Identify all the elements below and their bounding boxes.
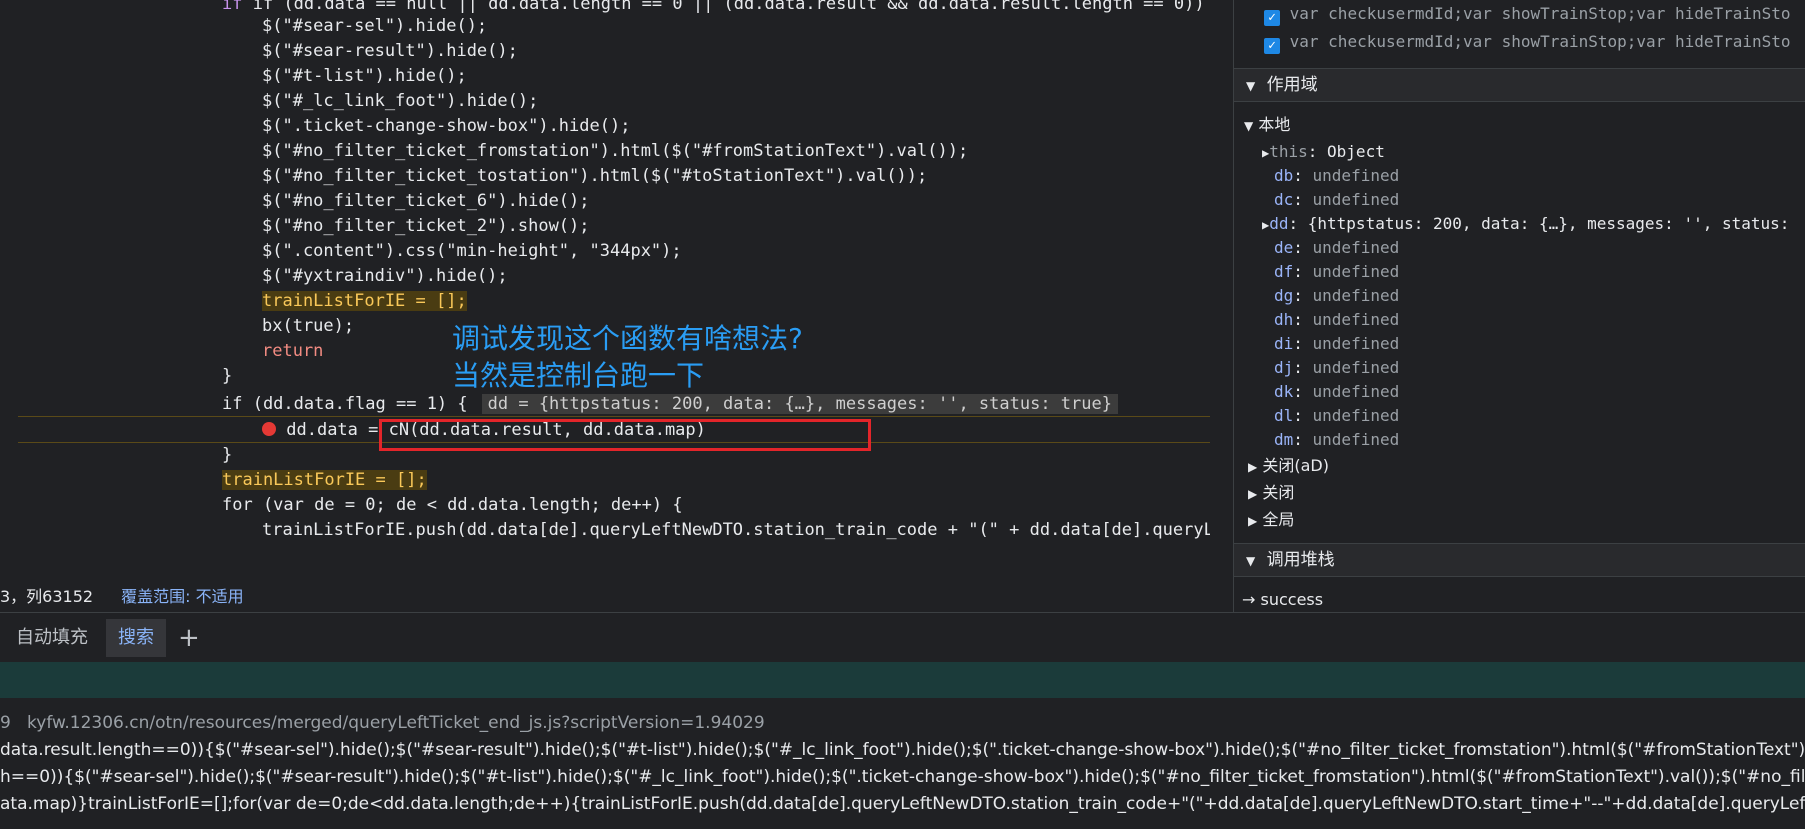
search-results: 9 kyfw.12306.cn/otn/resources/merged/que… xyxy=(0,698,1805,829)
chevron-down-icon: ▼ xyxy=(1246,79,1256,93)
code-line: trainListForIE = []; xyxy=(262,291,467,311)
code-editor[interactable]: if if (dd.data == null || dd.data.length… xyxy=(0,0,1210,548)
chevron-right-icon: ▶ xyxy=(1248,487,1258,501)
scope-var[interactable]: dh: undefined xyxy=(1274,308,1399,332)
checkbox-icon[interactable]: ✓ xyxy=(1264,38,1280,54)
scope-var[interactable]: dj: undefined xyxy=(1274,356,1399,380)
code-line: $("#no_filter_ticket_6").hide(); xyxy=(262,191,590,211)
scope-var[interactable]: dg: undefined xyxy=(1274,284,1399,308)
scope-var[interactable]: di: undefined xyxy=(1274,332,1399,356)
scope-var[interactable]: db: undefined xyxy=(1274,164,1399,188)
callstack-item[interactable]: → success xyxy=(1242,588,1323,612)
result-line[interactable]: ata.map)}trainListForIE=[];for(var de=0;… xyxy=(0,791,1805,817)
code-line: return xyxy=(262,341,324,361)
status-bar: 3，列63152 覆盖范围: 不适用 xyxy=(0,582,1233,612)
scope-local[interactable]: ▼ 本地 xyxy=(1244,113,1290,138)
scope-closure[interactable]: ▶ 关闭 xyxy=(1248,481,1294,506)
code-line: } xyxy=(222,366,233,386)
checkbox-icon[interactable]: ✓ xyxy=(1264,10,1280,26)
scope-var[interactable]: df: undefined xyxy=(1274,260,1399,284)
code-line: for (var de = 0; de < dd.data.length; de… xyxy=(222,495,683,515)
code-line: if (dd.data.flag == 1) {dd = {httpstatus… xyxy=(222,392,1118,417)
scope-var[interactable]: de: undefined xyxy=(1274,236,1399,260)
code-line: trainListForIE.push(dd.data[de].queryLef… xyxy=(262,520,1210,540)
code-line: $(".content").css("min-height", "344px")… xyxy=(262,241,682,261)
callstack-section-header[interactable]: ▼ 调用堆栈 xyxy=(1234,543,1805,577)
debugger-sidebar: ✓ var checkusermdId;var showTrainStop;va… xyxy=(1234,0,1805,612)
cursor-position: 3，列63152 xyxy=(0,587,94,606)
code-line: } xyxy=(222,445,233,465)
code-line: $("#sear-sel").hide(); xyxy=(262,16,488,36)
scope-var-dd[interactable]: ▶dd: {httpstatus: 200, data: {…}, messag… xyxy=(1262,212,1789,237)
code-line: $("#sear-result").hide(); xyxy=(262,41,518,61)
drawer-tabbar: 自动填充 搜索 + xyxy=(0,612,1805,663)
chevron-right-icon: ▶ xyxy=(1248,460,1258,474)
add-tab-button[interactable]: + xyxy=(178,619,200,657)
code-line: $("#t-list").hide(); xyxy=(262,66,467,86)
annotation-text: 调试发现这个函数有啥想法? 当然是控制台跑一下 xyxy=(452,322,803,392)
search-input[interactable] xyxy=(0,662,1805,698)
code-line: $("#no_filter_ticket_tostation").html($(… xyxy=(262,166,928,186)
chevron-down-icon: ▼ xyxy=(1244,119,1254,133)
code-line: $("#yxtraindiv").hide(); xyxy=(262,266,508,286)
code-line: $("#no_filter_ticket_fromstation").html(… xyxy=(262,141,969,161)
code-line: bx(true); xyxy=(262,316,355,336)
arrow-right-icon: → xyxy=(1242,590,1256,609)
result-file[interactable]: 9 kyfw.12306.cn/otn/resources/merged/que… xyxy=(0,710,765,736)
result-line[interactable]: h==0)){$("#sear-sel").hide();$("#sear-re… xyxy=(0,764,1805,790)
chevron-down-icon: ▼ xyxy=(1246,554,1256,568)
code-line: trainListForIE = []; xyxy=(222,470,427,490)
breakpoint-marker[interactable] xyxy=(262,422,276,436)
code-line: $(".ticket-change-show-box").hide(); xyxy=(262,116,631,136)
tab-autofill[interactable]: 自动填充 xyxy=(4,619,100,657)
scope-global[interactable]: ▶ 全局 xyxy=(1248,508,1294,533)
code-line: $("#_lc_link_foot").hide(); xyxy=(262,91,539,111)
scope-var[interactable]: dc: undefined xyxy=(1274,188,1399,212)
scope-var[interactable]: dm: undefined xyxy=(1274,428,1399,452)
scope-var[interactable]: dk: undefined xyxy=(1274,380,1399,404)
scope-closure-ad[interactable]: ▶ 关闭(aD) xyxy=(1248,454,1329,479)
highlight-box xyxy=(379,419,871,451)
scope-var[interactable]: dl: undefined xyxy=(1274,404,1399,428)
coverage-status[interactable]: 覆盖范围: 不适用 xyxy=(121,587,243,606)
watch-expression[interactable]: ✓ var checkusermdId;var showTrainStop;va… xyxy=(1264,2,1791,26)
result-line[interactable]: data.result.length==0)){$("#sear-sel").h… xyxy=(0,737,1805,763)
tab-search[interactable]: 搜索 xyxy=(106,619,166,657)
code-line: $("#no_filter_ticket_2").show(); xyxy=(262,216,590,236)
scope-section-header[interactable]: ▼ 作用域 xyxy=(1234,68,1805,102)
scope-var-this[interactable]: ▶this: Object xyxy=(1262,140,1385,165)
chevron-right-icon: ▶ xyxy=(1248,514,1258,528)
watch-expression[interactable]: ✓ var checkusermdId;var showTrainStop;va… xyxy=(1264,30,1791,54)
